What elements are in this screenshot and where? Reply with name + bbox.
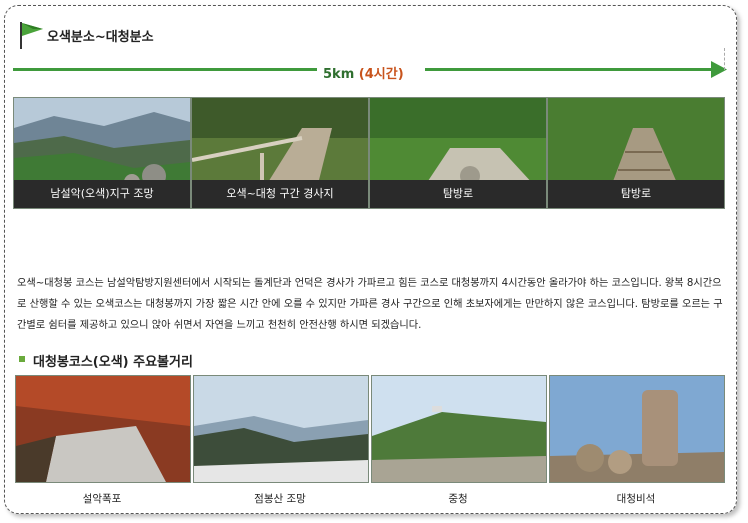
route-distance: 5km (4시간) bbox=[323, 63, 404, 82]
course-photo-1: 남설악(오색)지구 조망 bbox=[13, 97, 191, 209]
sight-photo-2 bbox=[193, 375, 369, 483]
course-photo-4: 탐방로 bbox=[547, 97, 725, 209]
flag-icon bbox=[20, 22, 43, 49]
sight-photo-3 bbox=[371, 375, 547, 483]
course-photo-3: 탐방로 bbox=[369, 97, 547, 209]
sight-caption: 대청비석 bbox=[616, 493, 656, 505]
sight-caption: 중청 bbox=[448, 493, 468, 505]
sight-caption: 점봉산 조망 bbox=[254, 493, 306, 505]
route-line-right bbox=[425, 68, 715, 71]
ridge-image bbox=[372, 376, 546, 482]
sight-photo-4 bbox=[549, 375, 725, 483]
distance-value: 5km bbox=[323, 67, 355, 82]
mountain-view-image bbox=[194, 376, 368, 482]
photo-caption: 탐방로 bbox=[370, 180, 546, 208]
course-description: 오색~대청봉 코스는 남설악탐방지원센터에서 시작되는 돌계단과 언덕은 경사가… bbox=[17, 278, 723, 331]
bullet-icon bbox=[19, 356, 25, 362]
duration-value: (4시간) bbox=[358, 67, 404, 82]
sights-heading: 대청봉코스(오색) 주요볼거리 bbox=[33, 355, 193, 370]
photo-caption: 남설악(오색)지구 조망 bbox=[14, 180, 190, 208]
course-photo-2: 오색~대청 구간 경사지 bbox=[191, 97, 369, 209]
photo-caption: 오색~대청 구간 경사지 bbox=[192, 180, 368, 208]
route-title: 오색분소~대청분소 bbox=[47, 30, 154, 45]
photo-caption: 탐방로 bbox=[548, 180, 724, 208]
waterfall-image bbox=[16, 376, 190, 482]
content-frame: 오색분소~대청분소 5km (4시간) 남설악(오색)지구 조망 오색~대청 구… bbox=[4, 5, 737, 514]
summit-stone-image bbox=[550, 376, 724, 482]
route-line-end-dashes bbox=[724, 48, 725, 70]
route-line-left bbox=[13, 68, 317, 71]
sight-caption: 설악폭포 bbox=[82, 493, 122, 505]
sight-photo-1 bbox=[15, 375, 191, 483]
